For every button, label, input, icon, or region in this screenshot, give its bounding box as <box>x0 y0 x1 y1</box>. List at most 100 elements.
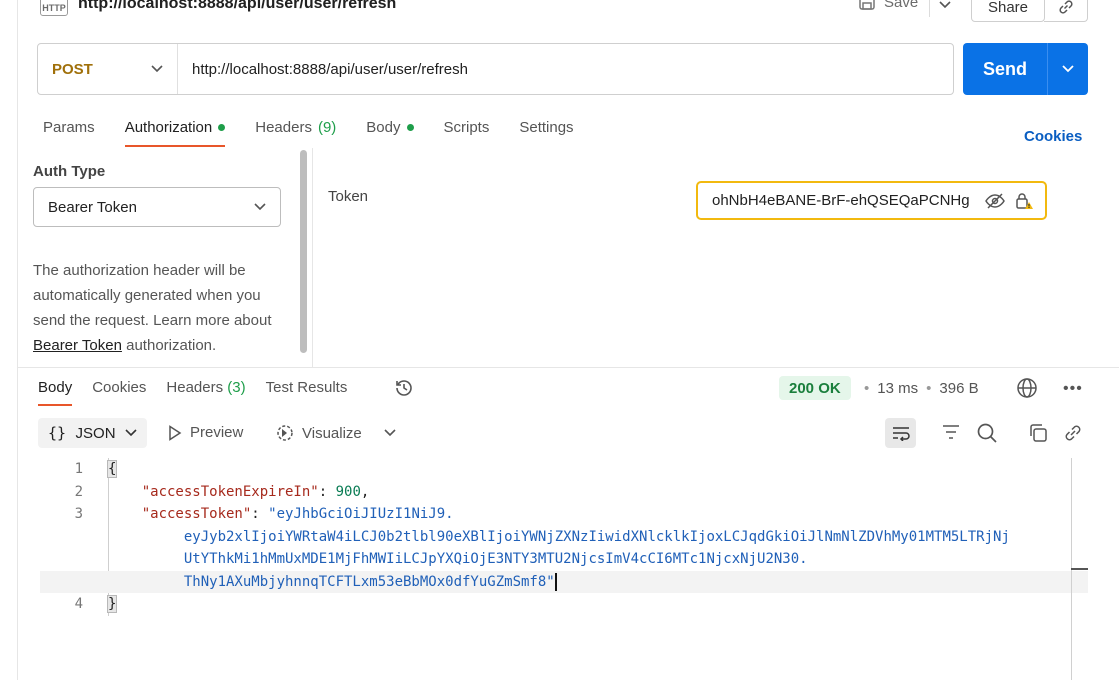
tab-headers[interactable]: Headers (9) <box>255 116 336 138</box>
more-options-icon[interactable]: ••• <box>1063 380 1083 398</box>
visualize-icon <box>277 425 293 441</box>
auth-description-text: The authorization header will be automat… <box>33 262 272 329</box>
auth-type-select[interactable]: Bearer Token <box>33 187 281 227</box>
json-number: 900 <box>335 483 361 500</box>
wrap-icon <box>892 427 910 441</box>
tab-label: Params <box>43 118 95 136</box>
search-icon[interactable] <box>976 422 998 444</box>
response-tab-body[interactable]: Body <box>38 379 73 406</box>
save-dropdown-button[interactable] <box>929 0 959 17</box>
json-comma: , <box>360 483 370 500</box>
tab-body[interactable]: Body <box>366 116 414 138</box>
line-text: UtYThkMi1hMmUxMDE1MjFhMWIiLCJpYXQiOjE3NT… <box>83 548 808 571</box>
visualize-label: Visualize <box>302 424 362 442</box>
eye-off-icon[interactable] <box>985 192 1005 209</box>
tab-label: Settings <box>519 118 574 136</box>
copy-link-button[interactable] <box>1044 0 1088 22</box>
preview-label: Preview <box>190 424 244 441</box>
history-icon[interactable] <box>393 377 415 399</box>
auth-description-text: authorization. <box>121 337 217 354</box>
panel-divider[interactable] <box>312 148 313 368</box>
tab-params[interactable]: Params <box>43 116 95 138</box>
filter-icon[interactable] <box>941 423 961 441</box>
wrap-lines-button[interactable] <box>885 418 916 448</box>
tab-settings[interactable]: Settings <box>519 116 573 138</box>
chevron-down-icon <box>1062 65 1074 73</box>
http-request-icon: HTTP <box>40 0 68 16</box>
tab-label: Authorization <box>124 118 213 136</box>
lock-warning-icon[interactable] <box>1015 192 1035 210</box>
response-tab-headers[interactable]: Headers (3) <box>166 379 245 396</box>
visualize-button[interactable]: Visualize <box>276 424 362 442</box>
link-icon[interactable] <box>1062 422 1084 444</box>
token-value: ohNbH4eBANE-BrF-ehQSEQaPCNHg <box>712 192 970 209</box>
preview-button[interactable]: Preview <box>168 424 243 441</box>
tab-authorization[interactable]: Authorization <box>124 116 226 147</box>
response-tab-cookies[interactable]: Cookies <box>92 379 146 396</box>
token-label: Token <box>328 188 369 205</box>
left-sidebar-edge <box>0 0 18 680</box>
save-label: Save <box>884 0 919 11</box>
status-dot <box>218 123 226 131</box>
section-divider <box>18 367 1119 368</box>
request-tabs: Params Authorization Headers (9) Body Scr… <box>43 116 604 147</box>
save-icon <box>859 0 875 10</box>
chevron-down-icon <box>125 429 137 437</box>
link-icon <box>1058 0 1073 14</box>
share-button[interactable]: Share <box>971 0 1045 22</box>
send-button[interactable]: Send <box>963 43 1088 95</box>
json-string: ThNy1AXuMbjyhnnqTCFTLxm53eBbMOx0dfYuGZmS… <box>183 573 555 590</box>
url-input[interactable] <box>178 44 953 94</box>
response-tabs: Body Cookies Headers (3) Test Results <box>38 379 367 406</box>
share-label: Share <box>987 0 1029 16</box>
response-tab-test-results[interactable]: Test Results <box>266 379 348 396</box>
bearer-token-link[interactable]: Bearer Token <box>33 337 122 354</box>
json-separator: : <box>251 506 269 522</box>
line-number: 1 <box>74 461 83 477</box>
json-string: "eyJhbGciOiJIUzI1NiJ9. <box>268 506 454 522</box>
status-dot <box>406 123 414 131</box>
braces-icon: {} <box>48 424 67 442</box>
copy-icon[interactable] <box>1027 422 1049 444</box>
token-input[interactable]: ohNbH4eBANE-BrF-ehQSEQaPCNHg <box>696 181 1047 220</box>
globe-icon[interactable] <box>1016 377 1038 399</box>
format-select[interactable]: {} JSON <box>38 418 147 448</box>
save-button[interactable]: Save <box>858 0 918 11</box>
line-number <box>40 548 83 571</box>
response-meta: • 13 ms • 396 B <box>864 380 979 397</box>
code-line: eyJyb2xlIjoiYWRtaW4iLCJ0b2tlbl90eXBlIjoi… <box>40 526 1088 549</box>
method-select[interactable]: POST <box>38 44 178 94</box>
request-title[interactable]: http://localhost:8888/api/user/user/refr… <box>78 0 396 13</box>
response-time[interactable]: 13 ms <box>877 380 918 397</box>
close-brace: } <box>106 595 118 613</box>
code-line-active: ThNy1AXuMbjyhnnqTCFTLxm53eBbMOx0dfYuGZmS… <box>40 570 1088 593</box>
line-text: { <box>83 458 118 481</box>
tab-count: (3) <box>227 379 246 396</box>
code-line: 3 "accessToken": "eyJhbGciOiJIUzI1NiJ9. <box>40 503 1088 526</box>
send-label: Send <box>982 58 1027 79</box>
send-dropdown-button[interactable] <box>1047 43 1088 95</box>
line-text: "accessToken": "eyJhbGciOiJIUzI1NiJ9. <box>83 503 454 526</box>
editor-scroll-marker[interactable] <box>1071 568 1088 570</box>
tab-label: Scripts <box>443 118 490 136</box>
chevron-down-icon <box>254 203 266 211</box>
json-separator: : <box>318 483 336 500</box>
auth-panel-scrollbar[interactable] <box>300 150 307 353</box>
format-label: JSON <box>75 424 116 442</box>
line-text: } <box>83 593 118 616</box>
chevron-down-icon[interactable] <box>383 424 397 440</box>
tab-label: Headers <box>166 379 224 396</box>
chevron-down-icon <box>151 65 163 73</box>
response-body-editor[interactable]: 1 { 2 "accessTokenExpireIn": 900, 3 "acc… <box>40 458 1088 616</box>
text-cursor <box>554 572 557 591</box>
json-string: UtYThkMi1hMmUxMDE1MjFhMWIiLCJpYXQiOjE3NT… <box>183 551 808 567</box>
code-line: UtYThkMi1hMmUxMDE1MjFhMWIiLCJpYXQiOjE3NT… <box>40 548 1088 571</box>
cookies-link[interactable]: Cookies <box>1024 128 1082 145</box>
play-icon <box>169 424 182 441</box>
line-text: "accessTokenExpireIn": 900, <box>83 481 370 504</box>
response-size[interactable]: 396 B <box>939 380 978 397</box>
line-text: eyJyb2xlIjoiYWRtaW4iLCJ0b2tlbl90eXBlIjoi… <box>83 526 1010 549</box>
json-key: "accessToken" <box>141 506 252 522</box>
tab-scripts[interactable]: Scripts <box>444 116 490 138</box>
status-badge[interactable]: 200 OK <box>779 376 851 400</box>
